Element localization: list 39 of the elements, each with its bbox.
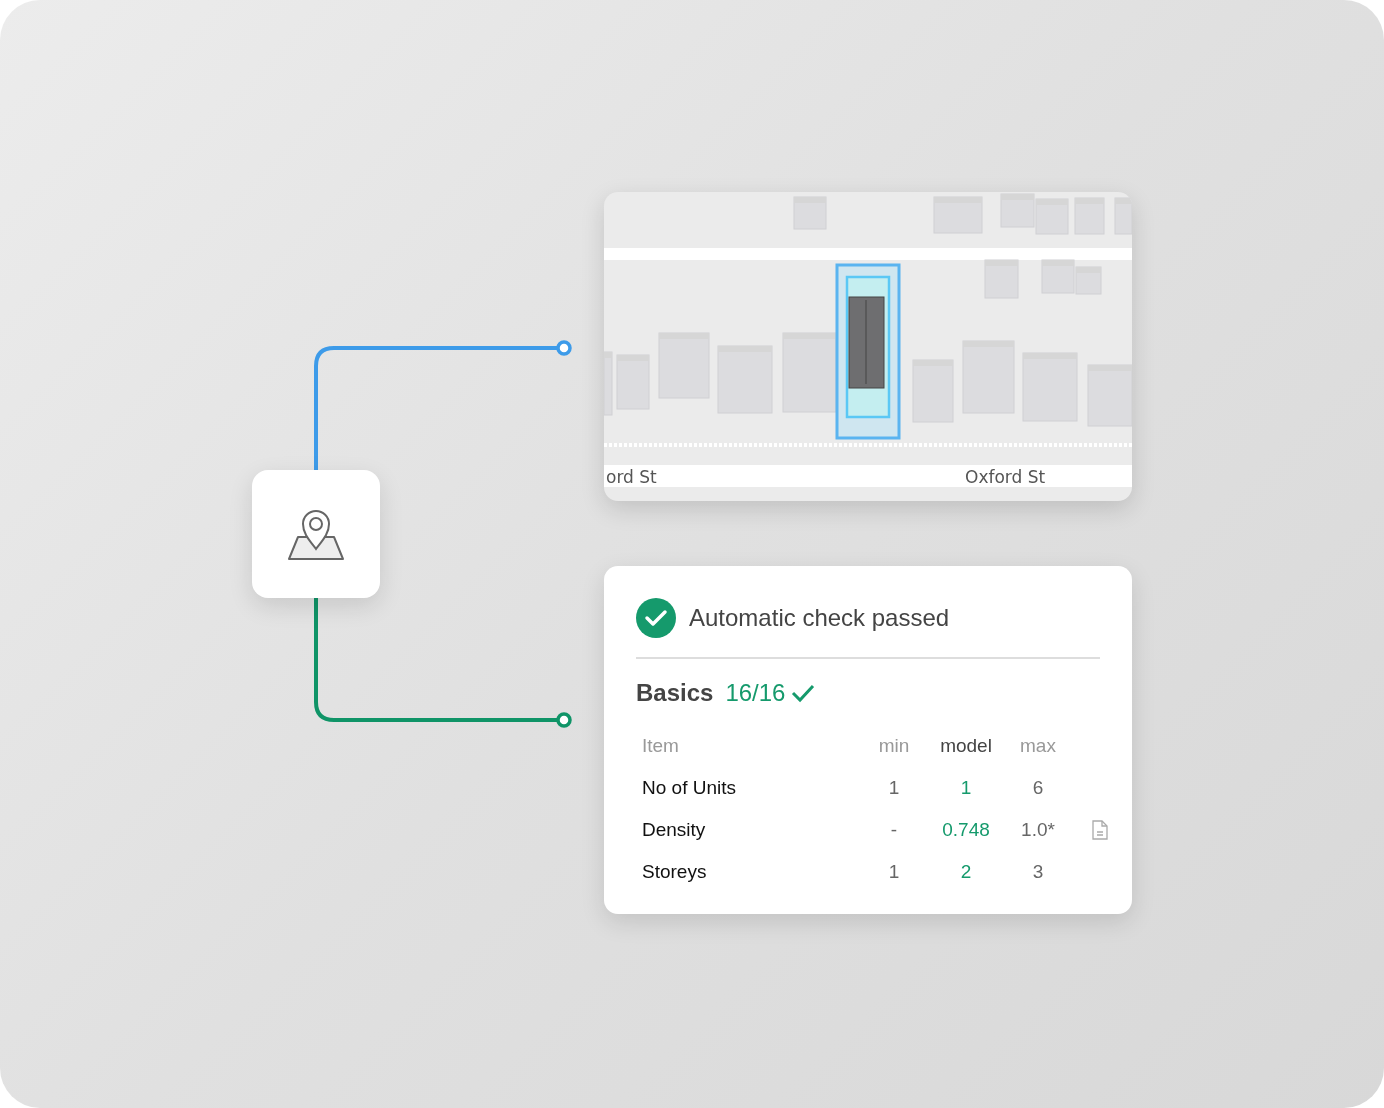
table-cell-text: 1 bbox=[887, 860, 901, 884]
building bbox=[1022, 352, 1078, 422]
building bbox=[984, 259, 1019, 299]
building bbox=[1035, 198, 1069, 235]
building bbox=[1074, 197, 1105, 235]
section-score: 16/16 bbox=[725, 679, 786, 707]
table-cell-text: No of Units bbox=[642, 776, 737, 800]
column-header: Item bbox=[642, 734, 680, 758]
building bbox=[604, 351, 613, 416]
column-header: max bbox=[1019, 734, 1057, 758]
building bbox=[933, 196, 983, 234]
building bbox=[912, 359, 954, 423]
table-cell-text: 1 bbox=[959, 776, 973, 800]
table-cell-text: - bbox=[889, 818, 899, 842]
table-cell-text: Density bbox=[642, 818, 707, 842]
building bbox=[658, 332, 710, 399]
selected-lot-drawing[interactable] bbox=[835, 263, 901, 440]
column-header: min bbox=[877, 734, 911, 758]
table-cell-text: 2 bbox=[959, 860, 973, 884]
node-card[interactable] bbox=[252, 470, 380, 598]
building bbox=[1114, 197, 1132, 235]
table-cell-text: 0.748 bbox=[941, 818, 991, 842]
table-cell-text: 1 bbox=[887, 776, 901, 800]
street-label: ord St bbox=[606, 466, 657, 488]
column-header: model bbox=[939, 734, 993, 758]
building bbox=[1075, 266, 1102, 295]
building bbox=[793, 196, 827, 230]
building bbox=[1087, 364, 1132, 427]
building bbox=[616, 354, 650, 410]
table-cell-text: 1.0* bbox=[1020, 818, 1056, 842]
section-title: Basics bbox=[636, 679, 714, 707]
status-text: Automatic check passed bbox=[689, 604, 950, 632]
building bbox=[1041, 259, 1075, 294]
street-label: Oxford St bbox=[965, 466, 1046, 488]
building bbox=[1000, 193, 1035, 228]
table-cell-text: Storeys bbox=[642, 860, 708, 884]
building bbox=[717, 345, 773, 414]
table-cell-text: 3 bbox=[1031, 860, 1045, 884]
table-cell-text: 6 bbox=[1031, 776, 1045, 800]
